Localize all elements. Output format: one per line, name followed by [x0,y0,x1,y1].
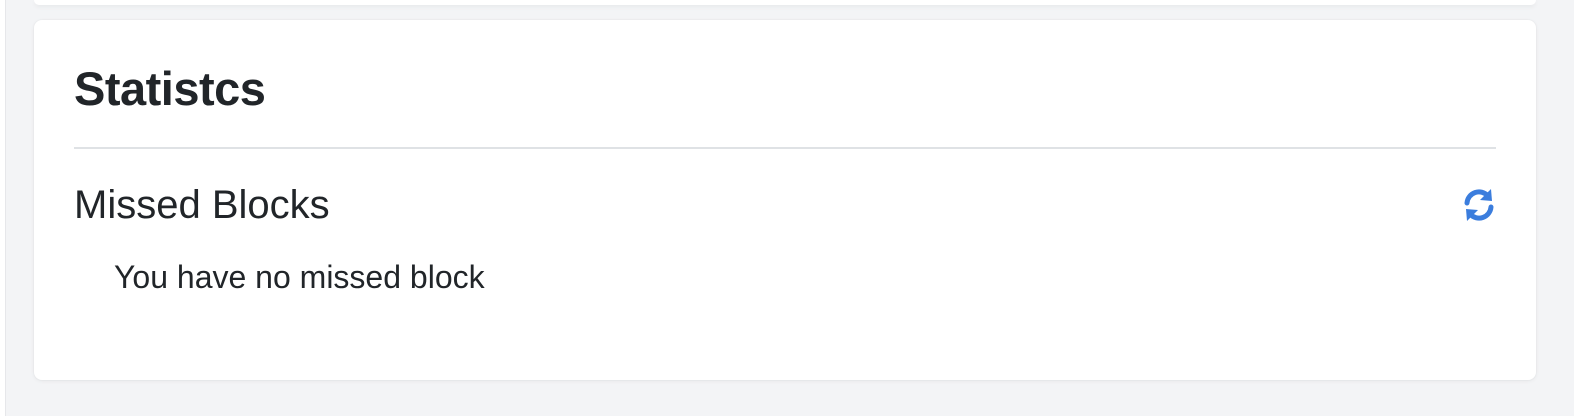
statistics-card: Statistcs Missed Blocks You have no miss… [34,20,1536,380]
refresh-icon [1464,189,1494,221]
left-panel-edge [0,0,6,416]
refresh-button[interactable] [1460,185,1498,225]
missed-blocks-title: Missed Blocks [74,183,330,227]
divider [74,147,1496,149]
previous-card-edge [34,0,1536,5]
empty-missed-blocks-message: You have no missed block [114,259,485,295]
page: Statistcs Missed Blocks You have no miss… [0,0,1574,416]
card-title: Statistcs [74,62,266,115]
